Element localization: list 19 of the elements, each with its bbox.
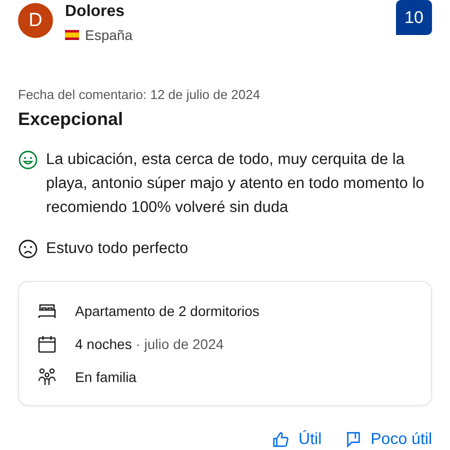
calendar-icon: [37, 334, 57, 354]
thumbs-up-icon: [272, 430, 291, 449]
smile-icon: [18, 150, 38, 170]
review-title: Excepcional: [18, 109, 124, 130]
score-badge: 10: [396, 0, 432, 35]
people-icon: [37, 367, 57, 387]
comment-text: La ubicación, esta cerca de todo, muy cerquita de la playa, antonio súper majo y atento en todo momento lo recomiendo 100% volveré sin duda: [46, 150, 426, 218]
comment-text: Estuvo todo perfecto: [46, 239, 188, 259]
stay-detail: Apartamento de 2 dormitorios: [75, 303, 260, 319]
not-helpful-button[interactable]: Poco útil: [344, 430, 432, 449]
stay-detail: En familia: [75, 369, 136, 385]
stay-detail: 4 noches · julio de 2024: [75, 336, 224, 352]
review-date: Fecha del comentario: 12 de julio de 2024: [18, 87, 262, 102]
flag-icon: [65, 30, 79, 40]
reviewer-name: Dolores: [65, 3, 126, 21]
helpful-button[interactable]: Útil: [272, 430, 322, 449]
frown-icon: [18, 239, 38, 259]
avatar: D: [18, 3, 53, 38]
country-name: España: [85, 27, 132, 43]
